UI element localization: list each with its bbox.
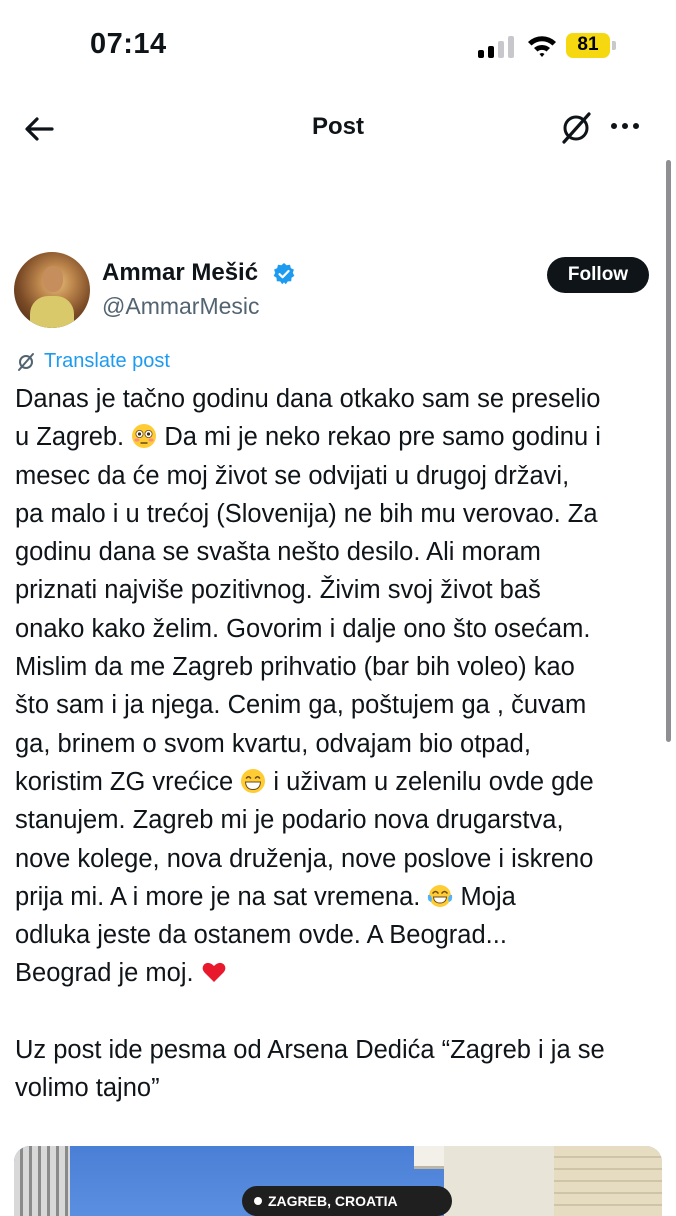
more-options-icon[interactable] (609, 123, 641, 133)
post-media-image[interactable]: ZAGREB, CROATIA (14, 1146, 662, 1216)
author-name[interactable]: Ammar Mešić (102, 259, 258, 287)
scrollbar[interactable] (666, 160, 671, 742)
post-line: onako kako želim. Govorim i dalje ono št… (15, 614, 591, 643)
post-line: što sam i ja njega. Cenim ga, poštujem g… (15, 691, 587, 720)
post-line: mesec da će moj život se odvijati u drug… (15, 461, 570, 490)
nav-bar: Post (0, 95, 676, 165)
battery-icon: 81 (566, 33, 610, 58)
follow-button[interactable]: Follow (547, 257, 649, 293)
brick-wall (554, 1146, 662, 1216)
paragraph-break (15, 993, 665, 1031)
post-line: ga, brinem o svom kvartu, odvajam bio ot… (15, 729, 531, 758)
battery-cap (612, 41, 616, 50)
tears-of-joy-emoji-icon (428, 884, 453, 907)
post-line: godinu dana se svašta nešto desilo. Ali … (15, 538, 541, 567)
post-line: pa malo i u trećoj (Slovenija) ne bih mu… (15, 499, 598, 528)
location-badge[interactable]: ZAGREB, CROATIA (242, 1186, 452, 1216)
post-line: volimo tajno” (15, 1074, 160, 1103)
post-text: Danas je tačno godinu dana otkako sam se… (15, 380, 665, 1108)
avatar[interactable] (14, 252, 90, 328)
post-line: Beograd je moj. (15, 954, 665, 992)
post-line: koristim ZG vrećice i uživam u zelenilu … (15, 767, 594, 796)
post-line: odluka jeste da ostanem ovde. A Beograd.… (15, 921, 507, 950)
translate-icon (18, 353, 34, 371)
status-bar: 07:14 81 (0, 0, 676, 95)
post-line: Danas je tačno godinu dana otkako sam se… (15, 385, 601, 413)
location-label: ZAGREB, CROATIA (268, 1193, 398, 1209)
verified-badge-icon (273, 263, 295, 285)
post-line: Uz post ide pesma od Arsena Dedića “Zagr… (15, 1036, 605, 1065)
post-line: Mislim da me Zagreb prihvatio (bar bih v… (15, 653, 575, 682)
grinning-face-emoji-icon (241, 768, 266, 793)
cellular-signal-icon (478, 36, 518, 58)
author-handle[interactable]: @AmmarMesic (102, 293, 260, 320)
wifi-icon (528, 36, 556, 57)
status-time: 07:14 (90, 28, 167, 60)
post-line: u Zagreb. Da mi je neko rekao pre samo g… (15, 423, 601, 452)
translate-post-label: Translate post (44, 350, 170, 372)
battery-level: 81 (577, 34, 599, 55)
post-line: nove kolege, nova druženja, nove poslove… (15, 844, 594, 873)
red-heart-emoji-icon (202, 963, 226, 983)
grok-icon[interactable] (558, 110, 594, 146)
post-line: priznati najviše pozitivnog. Živim svoj … (15, 576, 541, 605)
post-line: prija mi. A i more je na sat vremena. Mo… (15, 882, 516, 911)
building-left (14, 1146, 70, 1216)
location-pin-icon (254, 1197, 262, 1205)
flushed-face-emoji-icon (132, 424, 157, 449)
post-line: stanujem. Zagreb mi je podario nova drug… (15, 806, 564, 835)
